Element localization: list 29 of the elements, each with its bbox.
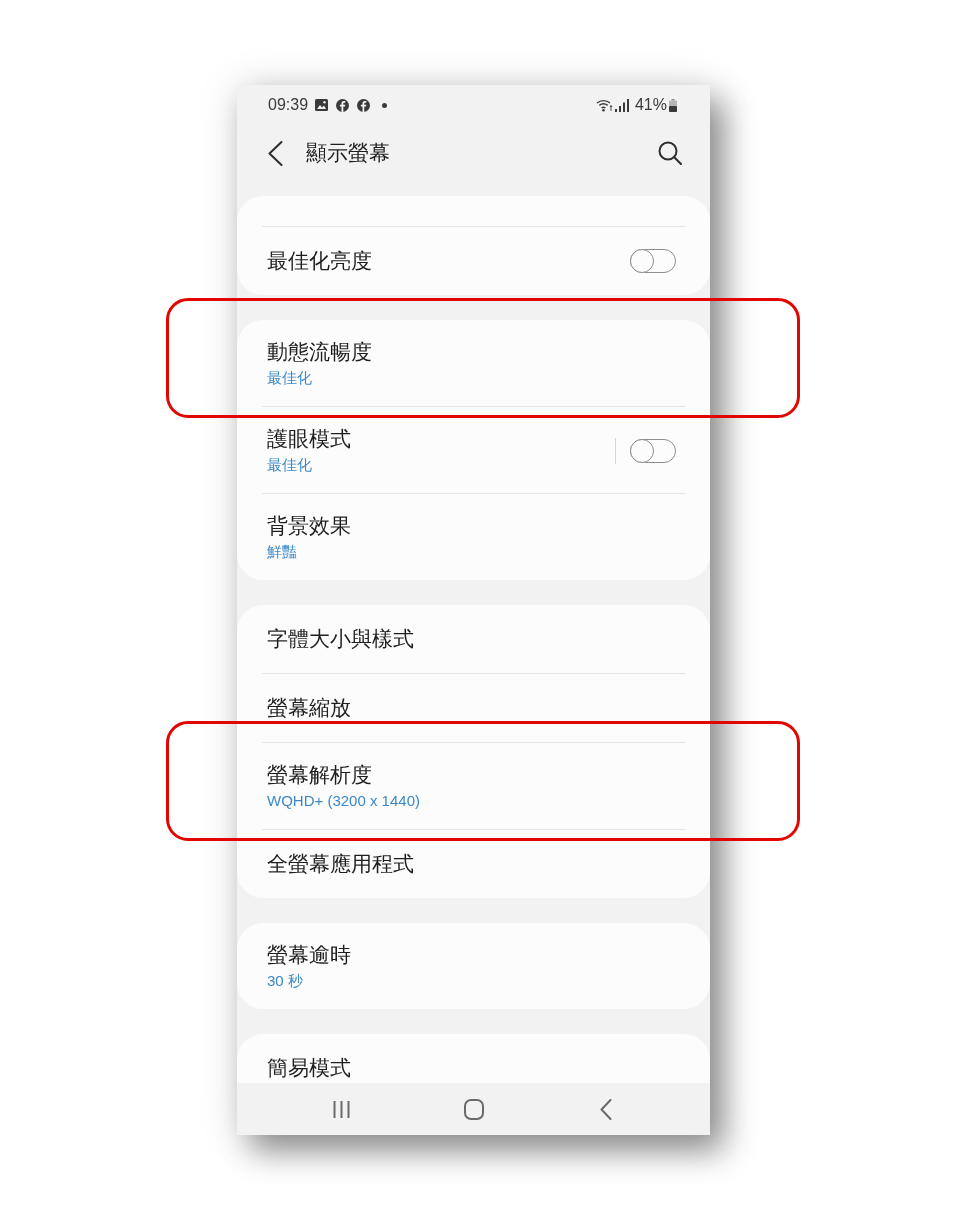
setting-value: 30 秒 [267,971,303,991]
setting-title[interactable]: 背景效果 [267,514,351,538]
setting-title[interactable]: 螢幕縮放 [267,696,351,720]
recent-apps-icon[interactable] [333,1099,350,1119]
clock-time: 09:39 [268,95,309,115]
setting-title[interactable]: 動態流暢度 [267,340,372,364]
battery-percent: 41% [634,95,667,115]
home-icon[interactable] [463,1098,484,1120]
setting-title[interactable]: 螢幕逾時 [267,943,351,967]
setting-title[interactable]: 最佳化亮度 [267,249,372,273]
setting-value: 鮮豔 [267,542,297,562]
setting-title[interactable]: 螢幕解析度 [267,763,372,787]
search-icon[interactable] [658,141,682,165]
setting-value: 最佳化 [267,368,312,388]
f-logo-icon [336,98,350,112]
image-icon [315,99,329,111]
page-title: 顯示螢幕 [306,140,390,166]
f-logo-icon [357,98,371,112]
setting-title[interactable]: 字體大小與樣式 [267,627,414,651]
setting-title[interactable]: 護眼模式 [267,427,351,451]
setting-title[interactable]: 簡易模式 [267,1056,351,1080]
signal-icon [614,98,629,112]
setting-title[interactable]: 全螢幕應用程式 [267,852,414,876]
setting-value: 最佳化 [267,455,312,475]
back-icon[interactable] [268,140,283,166]
battery-icon [669,98,677,112]
dot-icon [382,102,388,108]
setting-value: WQHD+ (3200 x 1440) [267,791,420,811]
wifi-icon [595,98,613,112]
